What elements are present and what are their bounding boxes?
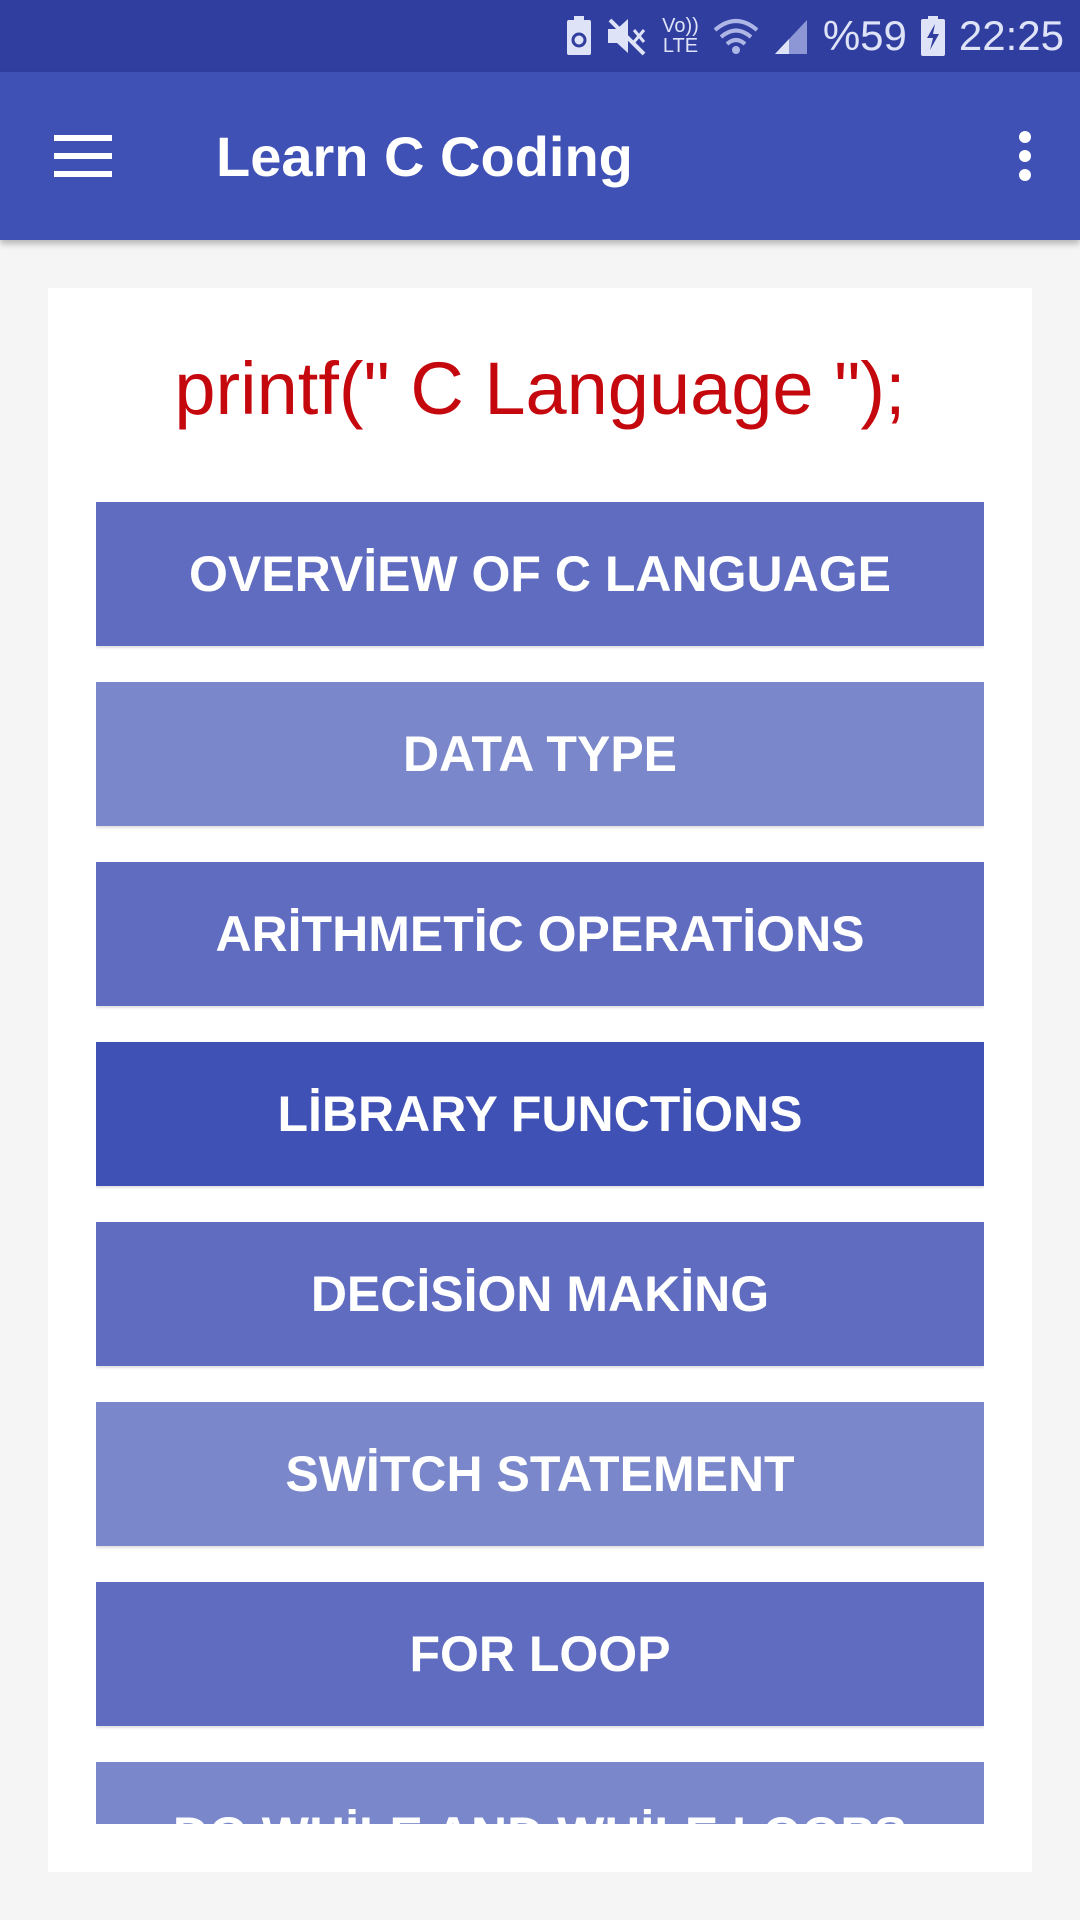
wifi-icon bbox=[713, 13, 759, 59]
topic-button-for-loop[interactable]: FOR LOOP bbox=[96, 1582, 984, 1726]
hamburger-menu-icon[interactable] bbox=[38, 116, 128, 196]
volte-bottom-label: LTE bbox=[662, 35, 699, 57]
signal-icon bbox=[773, 13, 809, 59]
app-bar: Learn C Coding bbox=[0, 72, 1080, 240]
content-card: printf(" C Language "); OVERVİEW OF C LA… bbox=[48, 288, 1032, 1872]
topic-label: SWİTCH STATEMENT bbox=[285, 1446, 795, 1502]
topic-label: OVERVİEW OF C LANGUAGE bbox=[189, 546, 891, 602]
topic-label: ARİTHMETİC OPERATİONS bbox=[215, 906, 865, 962]
topic-label: DATA TYPE bbox=[402, 726, 678, 782]
topic-label: DECİSİON MAKİNG bbox=[310, 1266, 770, 1322]
topic-label: LİBRARY FUNCTİONS bbox=[277, 1086, 803, 1142]
status-bar: Vo)) LTE %59 22:25 bbox=[0, 0, 1080, 72]
clock: 22:25 bbox=[958, 12, 1064, 59]
app-title: Learn C Coding bbox=[216, 125, 633, 188]
topic-button-do-while-loops[interactable]: DO WHİLE AND WHİLE LOOPS bbox=[96, 1762, 984, 1824]
topic-button-data-type[interactable]: DATA TYPE bbox=[96, 682, 984, 826]
topic-button-library-functions[interactable]: LİBRARY FUNCTİONS bbox=[96, 1042, 984, 1186]
volte-icon: Vo)) LTE bbox=[662, 13, 699, 59]
topic-label: DO WHİLE AND WHİLE LOOPS bbox=[173, 1806, 907, 1824]
battery-charging-icon bbox=[920, 13, 945, 59]
mute-icon bbox=[606, 13, 648, 59]
battery-percent: %59 bbox=[822, 12, 907, 59]
volte-top-label: Vo)) bbox=[662, 15, 699, 37]
more-vert-icon[interactable] bbox=[990, 116, 1060, 196]
headline: printf(" C Language "); bbox=[174, 347, 906, 430]
battery-saver-icon bbox=[566, 13, 592, 59]
topic-button-arithmetic-operations[interactable]: ARİTHMETİC OPERATİONS bbox=[96, 862, 984, 1006]
topic-button-decision-making[interactable]: DECİSİON MAKİNG bbox=[96, 1222, 984, 1366]
topic-label: FOR LOOP bbox=[409, 1626, 671, 1682]
topic-button-switch-statement[interactable]: SWİTCH STATEMENT bbox=[96, 1402, 984, 1546]
topic-button-overview[interactable]: OVERVİEW OF C LANGUAGE bbox=[96, 502, 984, 646]
topic-list[interactable]: OVERVİEW OF C LANGUAGE DATA TYPE ARİTHME… bbox=[96, 502, 984, 1824]
